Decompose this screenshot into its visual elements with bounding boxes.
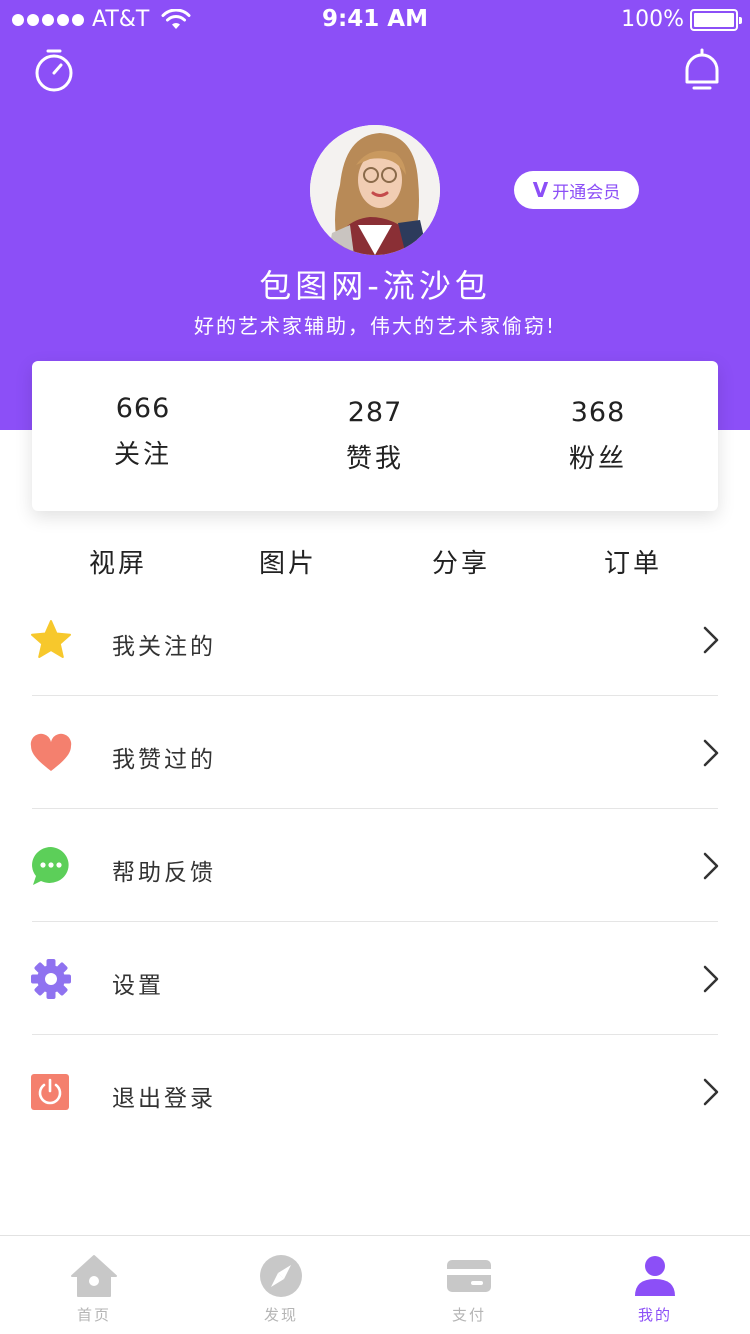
tab-share[interactable]: 分享	[411, 543, 511, 580]
tabbar-label: 首页	[76, 1306, 111, 1324]
chevron-right-icon	[703, 965, 719, 993]
gear-icon	[31, 959, 71, 999]
menu-label: 我赞过的	[112, 747, 216, 773]
vip-membership-button[interactable]: V 开通会员	[514, 171, 639, 209]
chevron-right-icon	[703, 739, 719, 767]
tabbar-home[interactable]: 首页	[39, 1254, 149, 1325]
tabbar-payment[interactable]: 支付	[414, 1254, 524, 1325]
battery-percent: 100%	[621, 7, 684, 32]
star-icon	[31, 620, 71, 658]
status-right: 100%	[621, 7, 742, 32]
user-icon	[635, 1256, 675, 1296]
stat-label: 粉丝	[568, 444, 627, 474]
chevron-right-icon	[703, 626, 719, 654]
stats-card: 666 关注 287 赞我 368 粉丝	[32, 361, 718, 511]
stat-following[interactable]: 666 关注	[63, 393, 223, 471]
menu-item-settings[interactable]: 设置	[0, 922, 750, 1035]
tabbar-label: 支付	[451, 1306, 486, 1324]
tab-images[interactable]: 图片	[238, 543, 338, 580]
tabbar-discover[interactable]: 发现	[226, 1254, 336, 1325]
menu-label: 帮助反馈	[112, 860, 216, 886]
vip-v-icon: V	[532, 178, 549, 202]
status-bar: AT&T 9:41 AM 100%	[0, 0, 750, 40]
battery-icon	[690, 8, 742, 31]
stat-likes[interactable]: 287 赞我	[295, 397, 455, 475]
tab-videos[interactable]: 视屏	[68, 543, 168, 580]
stat-fans[interactable]: 368 粉丝	[518, 397, 678, 475]
vip-label: 开通会员	[552, 182, 621, 203]
tabbar-label: 发现	[263, 1306, 298, 1324]
menu-item-following[interactable]: 我关注的	[0, 583, 750, 696]
chevron-right-icon	[703, 852, 719, 880]
tabbar-label: 我的	[637, 1306, 672, 1324]
content-tabs: 视屏 图片 分享 订单	[0, 543, 750, 583]
home-icon	[71, 1255, 117, 1297]
card-icon	[447, 1260, 491, 1292]
avatar-photo	[310, 125, 440, 255]
stat-value: 287	[347, 397, 403, 428]
menu-item-help-feedback[interactable]: 帮助反馈	[0, 809, 750, 922]
bottom-tab-bar: 首页 发现 支付 我的	[0, 1235, 750, 1334]
tabbar-mine[interactable]: 我的	[600, 1254, 710, 1325]
stat-value: 666	[115, 393, 171, 424]
menu-item-liked[interactable]: 我赞过的	[0, 696, 750, 809]
chevron-right-icon	[703, 1078, 719, 1106]
username: 包图网-流沙包	[259, 267, 491, 305]
menu-label: 设置	[112, 973, 164, 999]
stat-value: 368	[570, 397, 626, 428]
power-icon	[31, 1074, 69, 1110]
menu-label: 退出登录	[112, 1086, 216, 1112]
tab-orders[interactable]: 订单	[583, 543, 683, 580]
stat-label: 赞我	[345, 444, 404, 474]
bell-icon[interactable]	[678, 46, 726, 94]
menu-item-logout[interactable]: 退出登录	[0, 1035, 750, 1148]
avatar[interactable]	[310, 125, 440, 255]
compass-icon	[260, 1255, 302, 1297]
heart-icon	[30, 733, 72, 771]
stat-label: 关注	[113, 440, 172, 470]
menu-label: 我关注的	[112, 634, 216, 660]
user-slogan: 好的艺术家辅助，伟大的艺术家偷窃!	[193, 314, 557, 338]
chat-bubble-icon	[32, 847, 69, 885]
stopwatch-icon[interactable]	[30, 46, 78, 94]
